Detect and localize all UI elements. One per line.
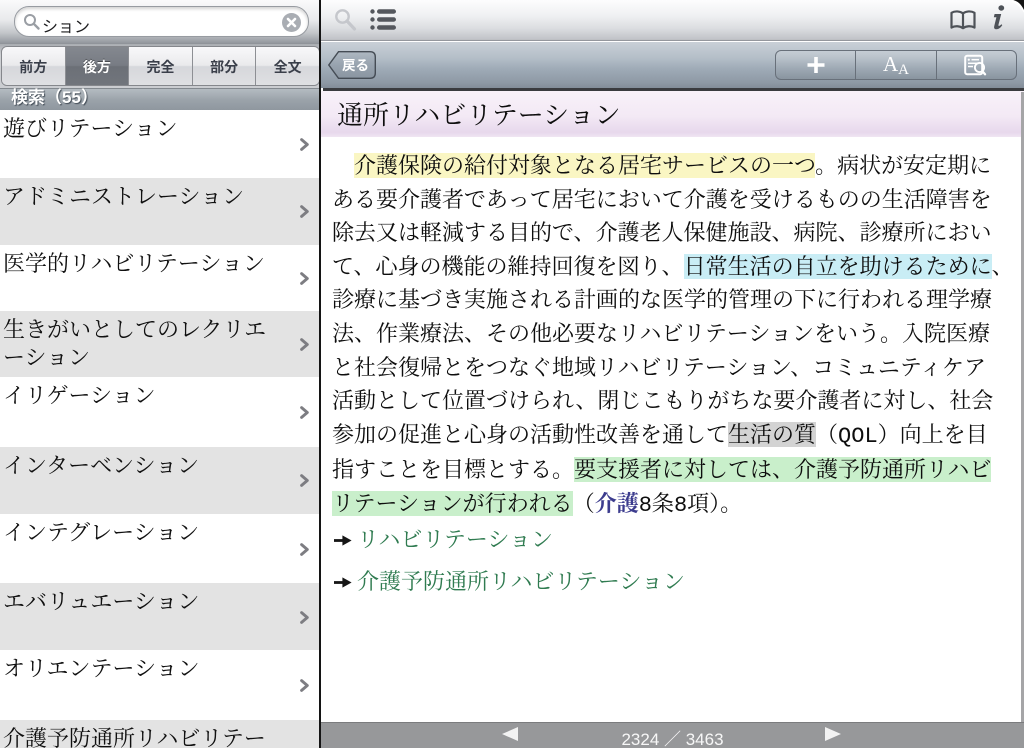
svg-text:戻る: 戻る — [342, 58, 369, 73]
